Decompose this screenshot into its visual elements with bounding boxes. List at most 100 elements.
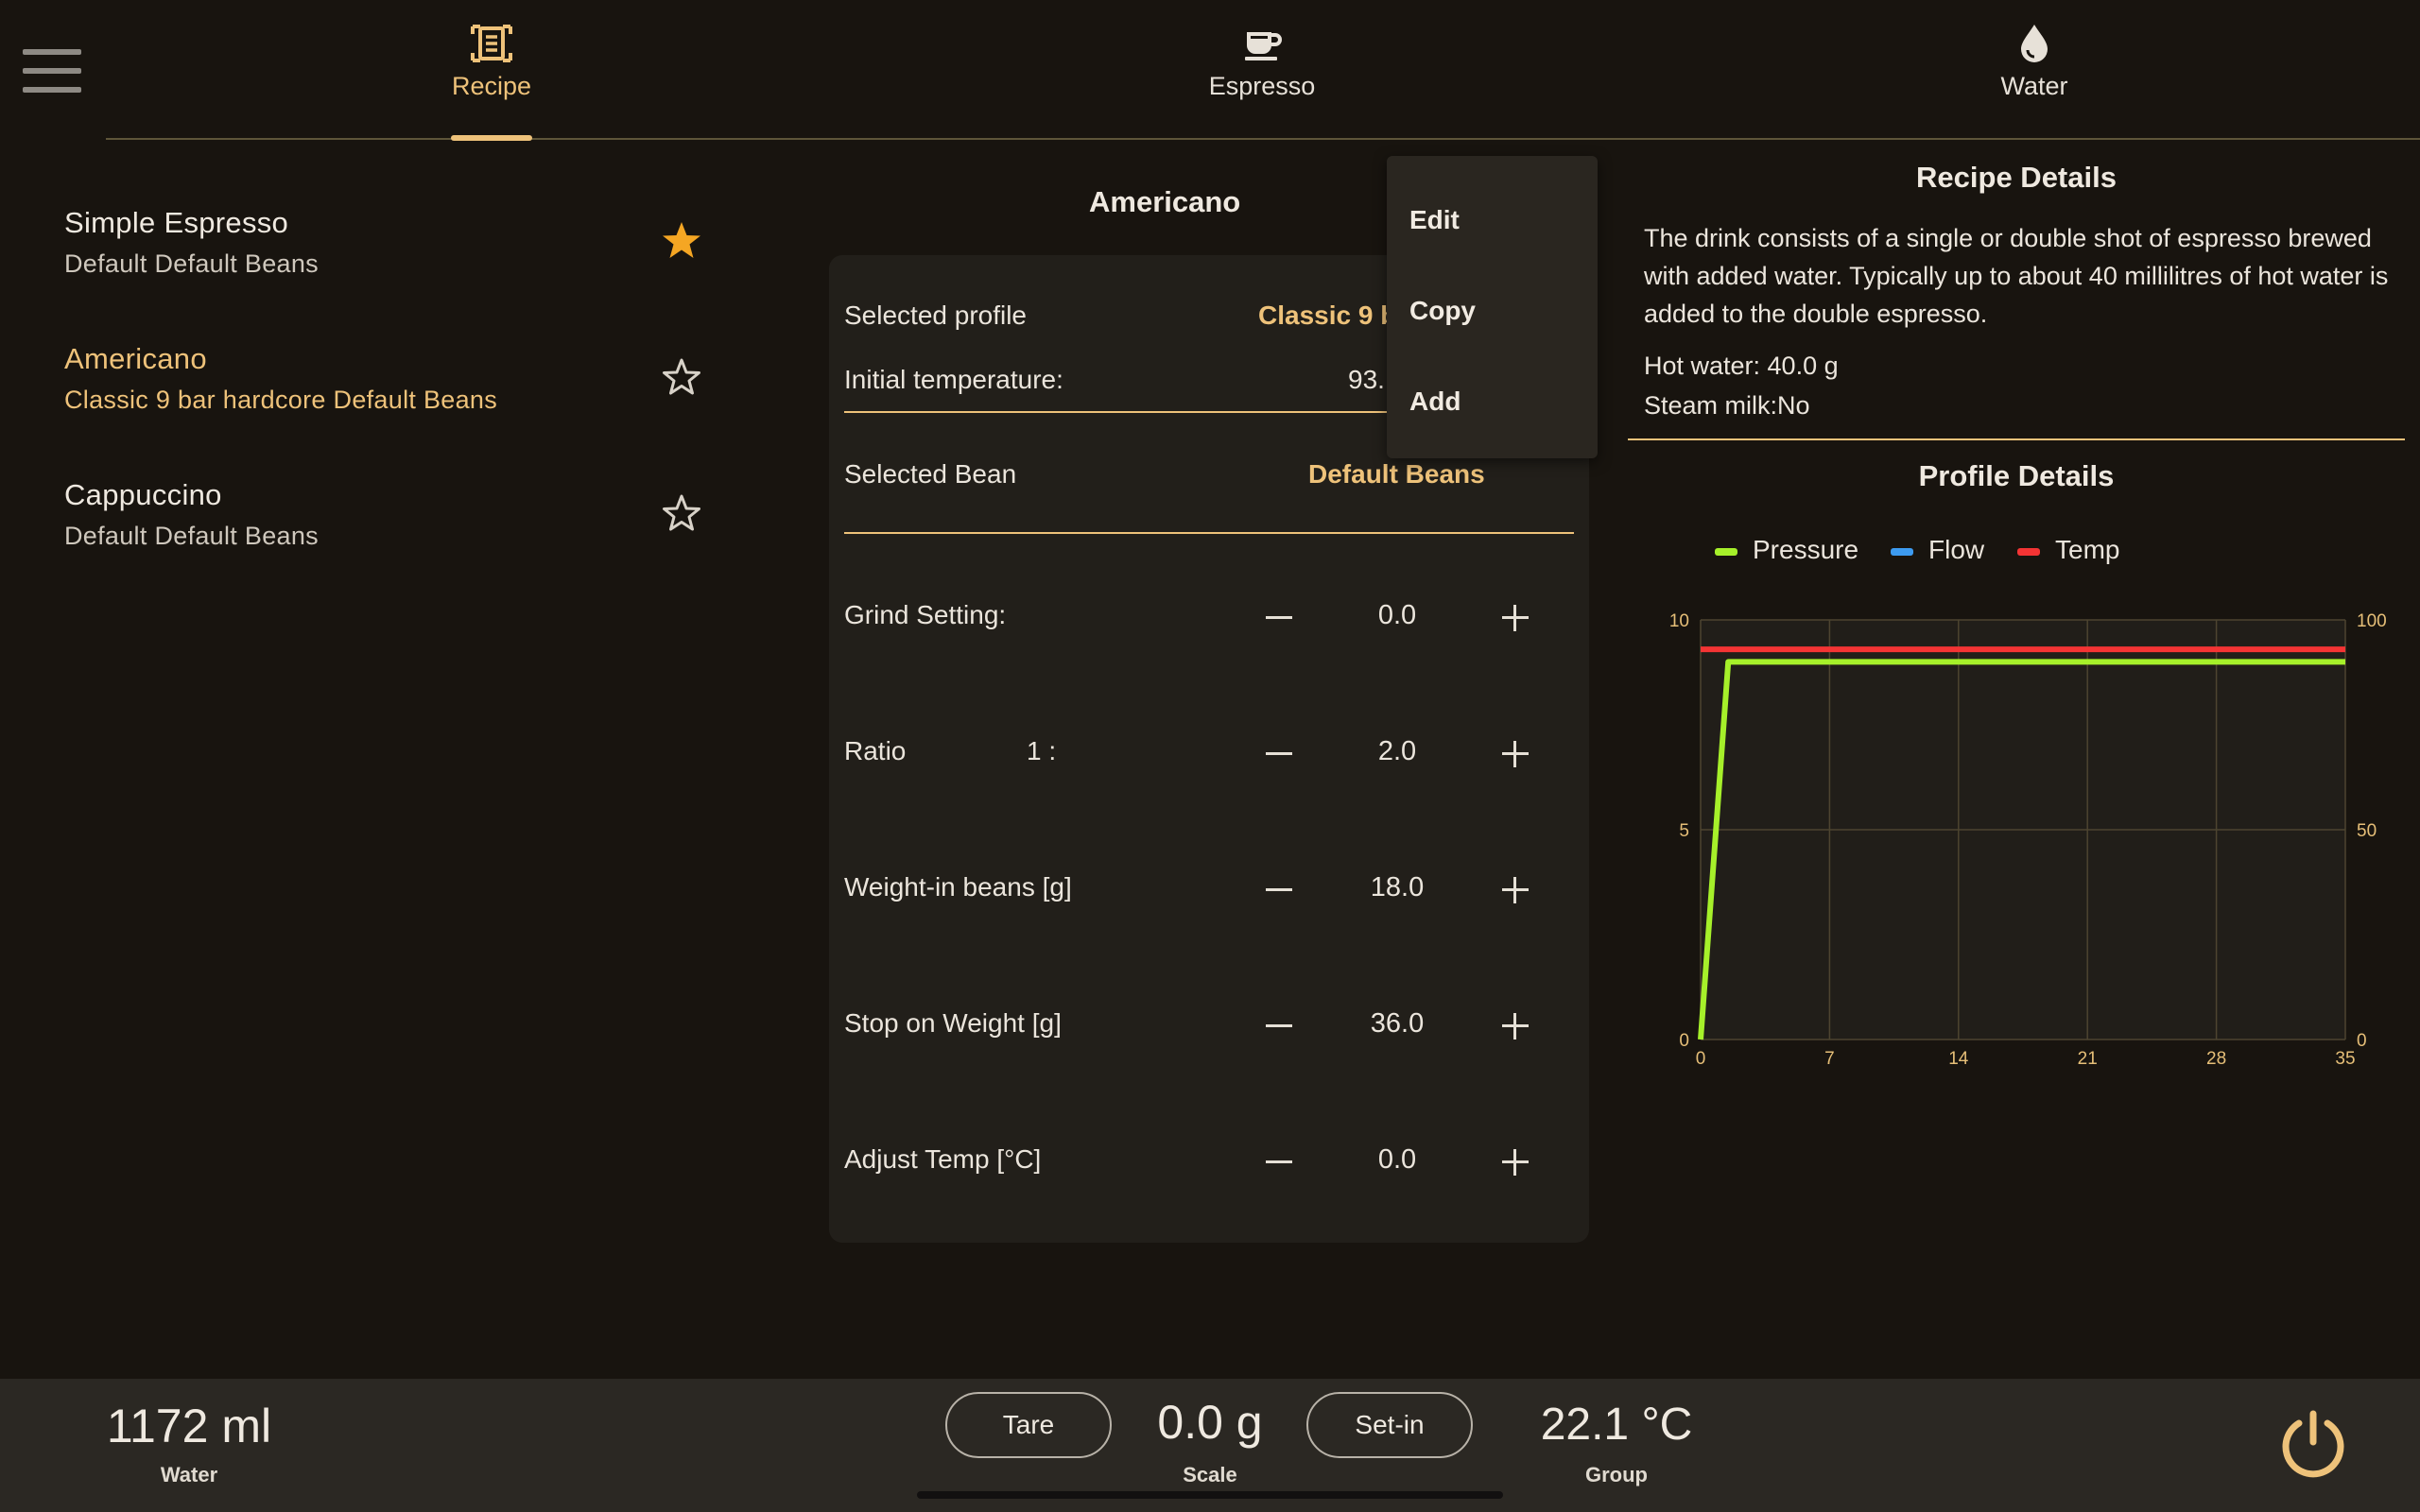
recipe-title: Americano — [1089, 185, 1241, 218]
increment-button[interactable] — [1487, 589, 1544, 645]
chart-x-tick-label: 21 — [2078, 1049, 2098, 1069]
chart-y-left-tick-label: 10 — [1669, 611, 1689, 631]
initial-temperature-value: 93. — [1348, 365, 1385, 394]
increment-button[interactable] — [1487, 1133, 1544, 1190]
adjust-temp-row: Adjust Temp [°C] 0.0 — [844, 1133, 1582, 1190]
star-filled-icon[interactable] — [660, 219, 703, 263]
ratio-value: 2.0 — [1377, 736, 1417, 766]
increment-button[interactable] — [1487, 861, 1544, 918]
hot-water-info: Hot water: 40.0 g — [1644, 352, 1839, 380]
steam-milk-info: Steam milk:No — [1644, 391, 1810, 420]
legend-swatch — [1715, 548, 1737, 556]
increment-button[interactable] — [1487, 997, 1544, 1054]
group-temperature-value: 22.1 °C — [1540, 1400, 1693, 1450]
water-drop-icon — [2021, 25, 2048, 62]
water-level-value: 1172 ml — [106, 1400, 272, 1452]
chart-x-tick-label: 0 — [1696, 1049, 1706, 1069]
decrement-button[interactable] — [1251, 997, 1307, 1054]
menu-item-edit[interactable]: Edit — [1387, 180, 1598, 256]
ratio-prefix: 1 : — [1027, 736, 1057, 765]
decrement-button[interactable] — [1251, 589, 1307, 645]
menu-item-label: Copy — [1409, 296, 1476, 325]
legend-swatch — [2017, 548, 2040, 556]
legend-label: Pressure — [1753, 535, 1859, 564]
hamburger-line — [23, 87, 81, 93]
star-outline-icon[interactable] — [660, 355, 703, 399]
set-in-button[interactable]: Set-in — [1306, 1392, 1473, 1458]
decrement-button[interactable] — [1251, 861, 1307, 918]
ratio-label: Ratio — [844, 736, 907, 765]
chart-y-right-tick-label: 50 — [2357, 821, 2377, 841]
divider — [844, 532, 1574, 534]
chart-x-tick-label: 35 — [2335, 1049, 2355, 1069]
menu-hamburger-button[interactable] — [23, 49, 81, 93]
hamburger-line — [23, 49, 81, 55]
weight-in-row: Weight-in beans [g] 18.0 — [844, 861, 1582, 918]
selected-profile-dropdown[interactable]: Classic 9 b — [1258, 301, 1396, 331]
tab-espresso-label: Espresso — [1208, 72, 1316, 100]
decrement-button[interactable] — [1251, 1133, 1307, 1190]
tare-button-label: Tare — [1002, 1410, 1055, 1439]
recipe-context-menu: Edit Copy Add — [1387, 156, 1598, 458]
grind-setting-row: Grind Setting: 0.0 — [844, 589, 1582, 645]
recipe-description: The drink consists of a single or double… — [1644, 224, 2389, 328]
recipe-list-item[interactable]: Simple Espresso Default Default Beans — [64, 206, 726, 310]
initial-temperature-label: Initial temperature: — [844, 365, 1063, 394]
recipe-subtitle: Default Default Beans — [64, 522, 319, 550]
decrement-button[interactable] — [1251, 725, 1307, 782]
stop-on-weight-value: 36.0 — [1370, 1008, 1425, 1039]
stop-on-weight-row: Stop on Weight [g] 36.0 — [844, 997, 1582, 1054]
weight-in-label: Weight-in beans [g] — [844, 872, 1072, 902]
chart-y-left-tick-label: 0 — [1679, 1031, 1689, 1051]
chart-x-tick-label: 7 — [1824, 1049, 1835, 1069]
recipe-details-title: Recipe Details — [1916, 161, 2117, 194]
grind-setting-label: Grind Setting: — [844, 600, 1007, 629]
menu-item-label: Edit — [1409, 205, 1460, 234]
scale-progress-track — [917, 1491, 1503, 1499]
selected-bean-label: Selected Bean — [844, 459, 1017, 489]
recipe-list-item[interactable]: Cappuccino Default Default Beans — [64, 478, 726, 582]
recipe-name: Americano — [64, 342, 207, 375]
menu-item-add[interactable]: Add — [1387, 362, 1598, 438]
chart-x-tick-label: 14 — [1948, 1049, 1969, 1069]
recipe-list-item-selected[interactable]: Americano Classic 9 bar hardcore Default… — [64, 342, 726, 446]
chart-y-left-tick-label: 5 — [1679, 821, 1689, 841]
grind-setting-value: 0.0 — [1377, 600, 1417, 630]
power-icon[interactable] — [2276, 1408, 2350, 1482]
tab-water[interactable]: Water — [1930, 21, 2138, 144]
water-level-label: Water — [160, 1463, 218, 1486]
tab-espresso[interactable]: Espresso — [1158, 21, 1366, 144]
recipe-subtitle: Default Default Beans — [64, 249, 319, 278]
divider — [844, 411, 1411, 413]
tab-water-label: Water — [2000, 72, 2068, 100]
ratio-row: Ratio 1 : 2.0 — [844, 725, 1582, 782]
tare-button[interactable]: Tare — [945, 1392, 1112, 1458]
increment-button[interactable] — [1487, 725, 1544, 782]
recipe-name: Simple Espresso — [64, 206, 289, 239]
coffee-cup-icon — [1245, 32, 1282, 60]
adjust-temp-label: Adjust Temp [°C] — [844, 1144, 1042, 1174]
legend-label: Flow — [1928, 535, 1985, 564]
recipe-name: Cappuccino — [64, 478, 222, 511]
active-tab-indicator — [451, 135, 532, 141]
star-outline-icon[interactable] — [660, 491, 703, 535]
selected-bean-dropdown[interactable]: Default Beans — [1308, 459, 1485, 490]
weight-in-value: 18.0 — [1370, 872, 1425, 902]
tab-recipe-label: Recipe — [451, 72, 532, 100]
scale-label: Scale — [1183, 1463, 1237, 1486]
chart-y-right-tick-label: 0 — [2357, 1031, 2367, 1051]
legend-label: Temp — [2055, 535, 2120, 564]
group-temperature-label: Group — [1585, 1463, 1648, 1486]
menu-item-copy[interactable]: Copy — [1387, 271, 1598, 347]
recipe-icon — [471, 25, 512, 62]
hamburger-line — [23, 68, 81, 74]
selected-profile-label: Selected profile — [844, 301, 1028, 330]
profile-details-title: Profile Details — [1918, 459, 2115, 492]
chart-x-tick-label: 28 — [2206, 1049, 2226, 1069]
profile-chart: 0 7 14 21 28 350 05 5010 100 — [1669, 611, 2387, 1069]
chart-y-right-tick-label: 100 — [2357, 611, 2387, 631]
scale-value: 0.0 g — [1157, 1396, 1263, 1449]
tab-recipe[interactable]: Recipe — [388, 21, 596, 144]
set-in-button-label: Set-in — [1355, 1410, 1425, 1439]
recipe-subtitle: Classic 9 bar hardcore Default Beans — [64, 386, 498, 414]
